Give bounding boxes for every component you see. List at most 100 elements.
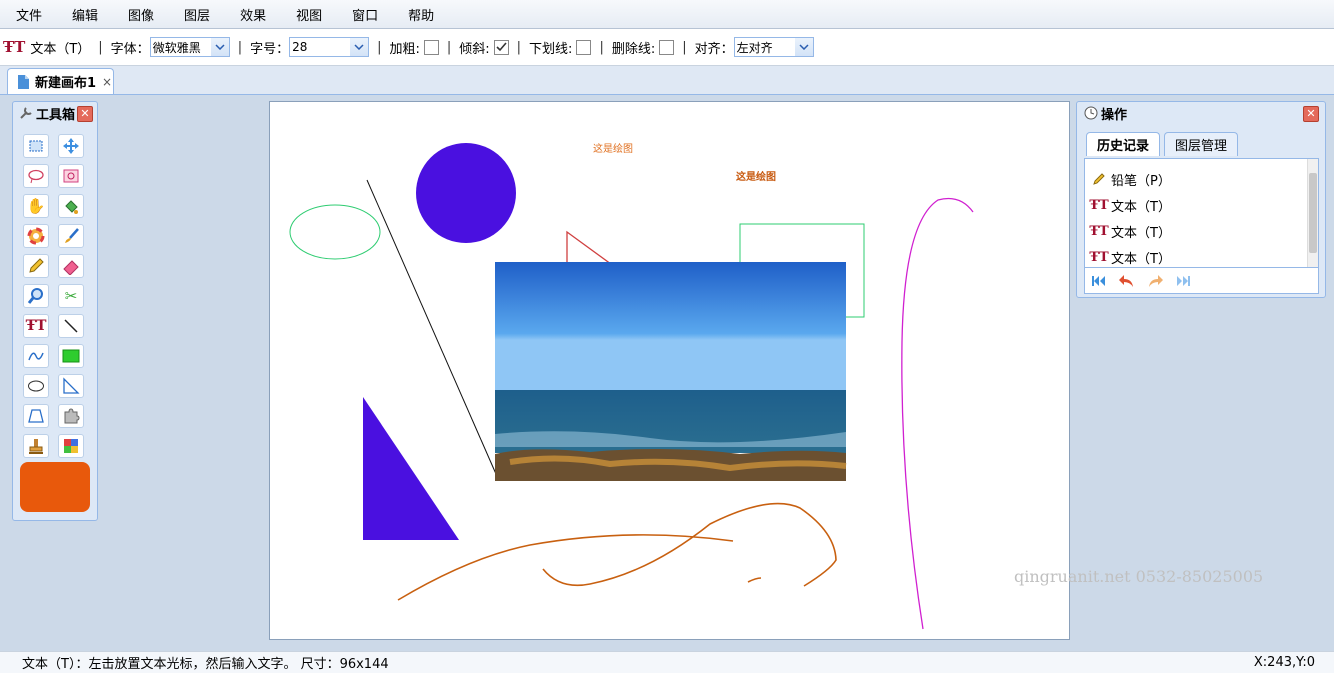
cursor-coordinates: X:243,Y:0 [1253,655,1315,670]
chevron-down-icon[interactable] [794,38,813,56]
watermark: qingruanit.net 0532-85025005 [1014,567,1264,586]
strikethrough-checkbox[interactable] [659,39,675,55]
operations-title: 操作 [1101,107,1128,123]
palette-tool[interactable] [58,434,84,458]
puzzle-tool[interactable] [58,404,84,428]
text-tool-icon: ŦT [1089,223,1109,239]
text-options-toolbar: ŦT 文本（T） | 字体： 微软雅黑 | 字号： 28 | 加粗: | 倾斜:… [0,29,1334,66]
eraser-tool[interactable] [58,254,84,278]
triangle-icon [63,377,80,394]
tab-layer-management[interactable]: 图层管理 [1164,132,1239,156]
lasso-icon [28,169,44,184]
history-item[interactable]: 铅笔（P） [1091,168,1171,190]
hand-tool[interactable]: ✋ [23,194,49,218]
font-select[interactable]: 微软雅黑 [149,37,230,57]
color-picker-tool[interactable] [23,224,49,248]
history-item[interactable]: ŦT 文本（T） [1089,220,1171,242]
menu-view[interactable]: 视图 [280,5,336,24]
color-wheel-icon [27,227,45,245]
operations-close-icon[interactable]: ✕ [1303,106,1319,122]
lasso-tool[interactable] [23,164,49,188]
redo-icon[interactable] [1146,273,1164,289]
rectangle-tool[interactable] [58,344,84,368]
bold-checkbox[interactable] [423,39,439,55]
italic-label: 倾斜: [459,41,490,57]
history-list: 铅笔（P） ŦT 文本（T） ŦT 文本（T） ŦT 文本（T） [1084,158,1319,268]
operations-panel: 操作 ✕ 历史记录 图层管理 铅笔（P） ŦT 文本（T） ŦT 文本（T） Ŧ… [1076,101,1326,298]
size-label: 字号： [250,41,290,57]
last-step-icon[interactable] [1175,274,1191,288]
history-nav [1084,268,1319,294]
sea-photo [495,262,847,481]
brush-tool[interactable] [58,224,84,248]
menu-file[interactable]: 文件 [0,5,56,24]
underline-checkbox[interactable] [576,39,592,55]
document-tabs: 新建画布1 × [0,66,1334,95]
menu-layer[interactable]: 图层 [168,5,224,24]
line-tool[interactable] [58,314,84,338]
text-tool-icon: ŦT [3,38,26,56]
stamp-tool[interactable] [23,434,49,458]
history-scrollbar[interactable] [1307,159,1318,267]
pencil-tool[interactable] [23,254,49,278]
operations-tabs: 历史记录 图层管理 [1086,132,1242,156]
chevron-down-icon[interactable] [350,38,369,56]
magic-select-tool[interactable] [58,164,84,188]
ellipse-icon [28,380,44,392]
text-tool[interactable]: ŦT [23,314,49,338]
menu-window[interactable]: 窗口 [336,5,392,24]
ellipse-tool[interactable] [23,374,49,398]
menu-bar: 文件 编辑 图像 图层 效果 视图 窗口 帮助 [0,0,1334,29]
toolbox-title: 工具箱 [36,107,76,123]
tab-layer-management-label: 图层管理 [1175,139,1228,154]
filled-rect-icon [62,349,80,363]
size-select[interactable]: 28 [289,37,370,57]
triangle-tool[interactable] [58,374,84,398]
orange-freehand-stroke-3 [747,577,762,583]
current-tool-name: 文本（T） [30,41,91,57]
canvas-text-1: 这是绘图 [593,144,633,155]
menu-edit[interactable]: 编辑 [56,5,112,24]
pencil-icon [29,258,44,273]
menu-image[interactable]: 图像 [112,5,168,24]
canvas-text-2: 这是绘图 [736,172,776,183]
polygon-tool[interactable] [23,404,49,428]
italic-checkbox[interactable] [493,39,509,55]
tab-history[interactable]: 历史记录 [1086,132,1161,156]
history-item[interactable]: ŦT 文本（T） [1089,194,1171,216]
move-tool[interactable] [58,134,84,158]
move-arrows-icon [63,138,79,154]
purple-circle [416,143,516,243]
rect-select-tool[interactable] [23,134,49,158]
chevron-down-icon[interactable] [210,38,229,56]
menu-help[interactable]: 帮助 [392,5,448,24]
undo-icon[interactable] [1118,273,1136,289]
canvas-drawing[interactable] [270,102,1070,640]
scissors-tool[interactable]: ✂ [58,284,84,308]
zoom-tool[interactable] [23,284,49,308]
underline-label: 下划线: [529,41,573,57]
scrollbar-thumb[interactable] [1309,173,1317,253]
history-item[interactable]: ŦT 文本（T） [1089,246,1171,268]
tab-close-icon[interactable]: × [102,75,112,89]
scissors-icon: ✂ [64,287,78,305]
toolbox-panel: 工具箱 ✕ ✋ ✂ ŦT [12,101,98,521]
text-tool-icon: ŦT [1089,197,1109,213]
drawing-canvas[interactable]: 这是绘图 这是绘图 [269,101,1070,640]
align-select[interactable]: 左对齐 [733,37,814,57]
tab-history-label: 历史记录 [1097,139,1150,154]
status-bar: 文本（T）：左击放置文本光标，然后输入文字。 尺寸：96x144 X:243,Y… [0,651,1334,673]
paint-bucket-tool[interactable] [58,194,84,218]
menu-effects[interactable]: 效果 [224,5,280,24]
operations-header[interactable]: 操作 [1077,102,1325,124]
curve-tool[interactable] [23,344,49,368]
rect-select-icon [29,140,43,152]
current-color-swatch[interactable] [20,462,90,512]
magic-select-icon [63,169,79,183]
toolbox-close-icon[interactable]: ✕ [77,106,93,122]
first-step-icon[interactable] [1091,274,1107,288]
status-hint: 文本（T）：左击放置文本光标，然后输入文字。 尺寸：96x144 [22,657,389,672]
tab-new-canvas-1[interactable]: 新建画布1 × [7,68,114,94]
font-label: 字体： [110,41,150,57]
stamp-icon [29,439,43,454]
